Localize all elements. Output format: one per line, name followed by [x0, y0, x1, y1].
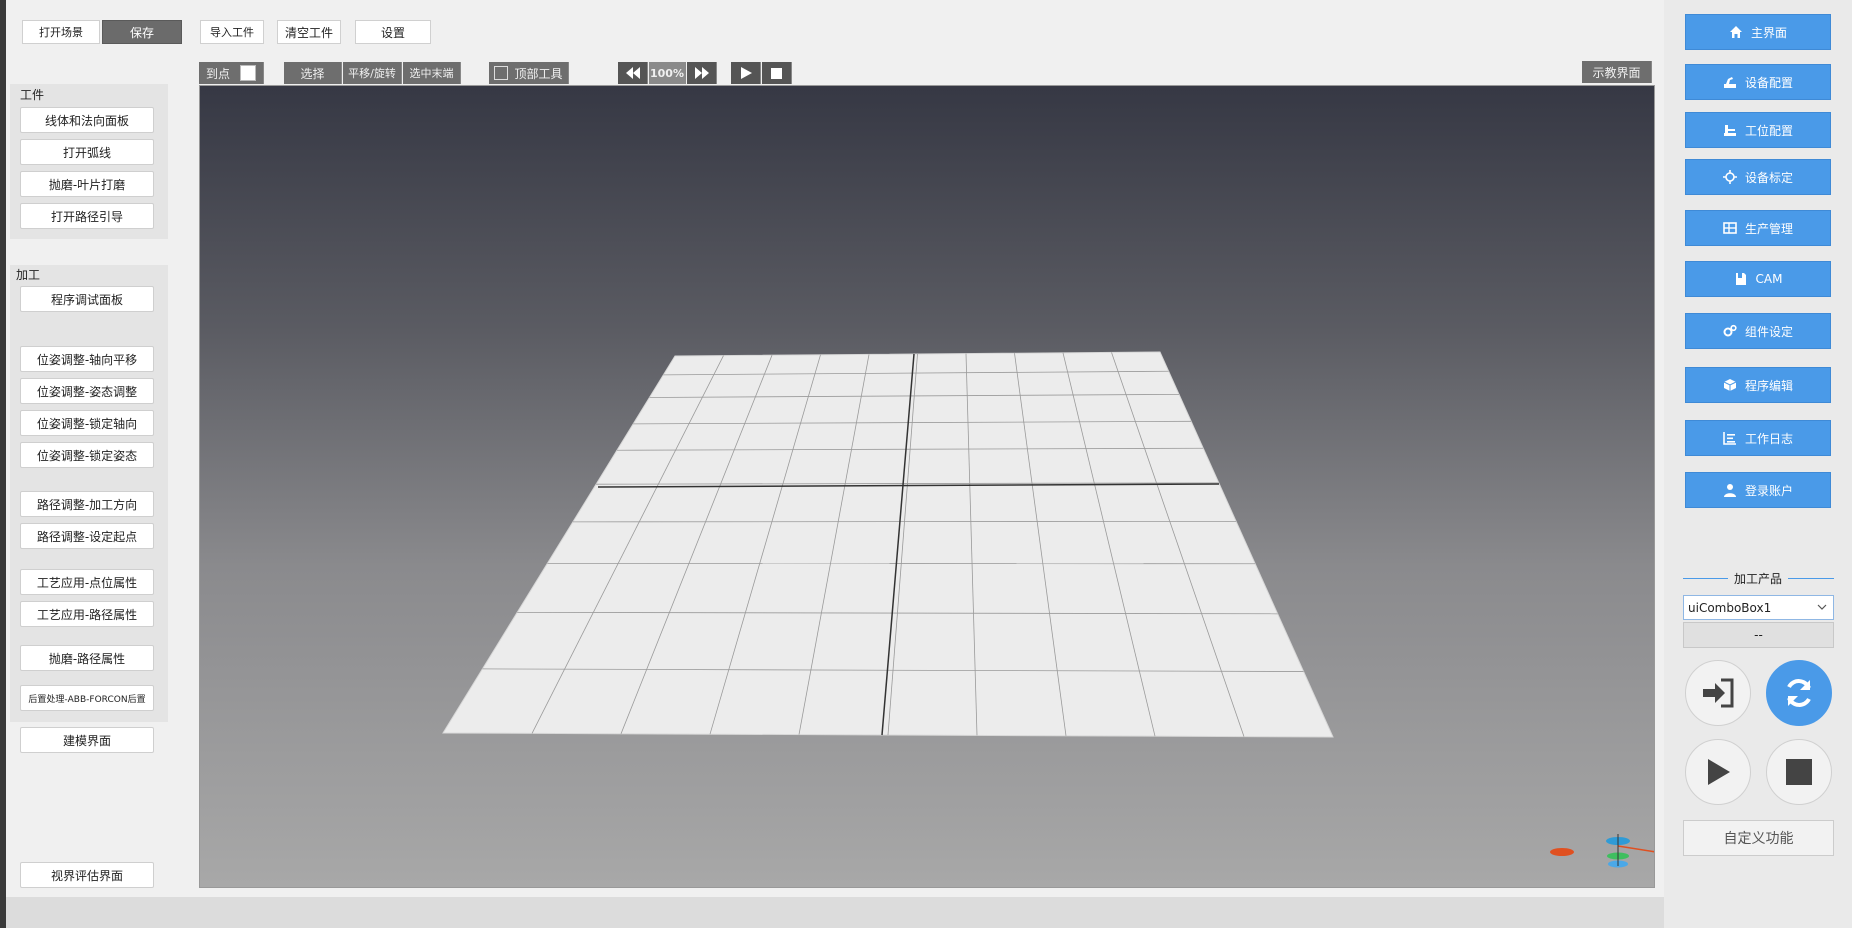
to-point-toggle[interactable]: 到点: [199, 62, 264, 84]
pose-lock-axis-button[interactable]: 位姿调整-锁定轴向: [20, 410, 154, 436]
cube-icon: [1723, 379, 1737, 391]
play-icon: [1708, 759, 1730, 785]
nav-calibration-button[interactable]: 设备标定: [1685, 159, 1831, 195]
nav-production-button[interactable]: 生产管理: [1685, 210, 1831, 246]
log-icon: [1723, 432, 1736, 445]
viewport-stop-button[interactable]: [762, 62, 792, 84]
window-edge: [0, 0, 6, 928]
axis-marker: [1550, 848, 1574, 856]
select-button[interactable]: 选择: [284, 62, 342, 84]
path-guide-button[interactable]: 打开路径引导: [20, 203, 154, 229]
path-machining-direction-button[interactable]: 路径调整-加工方向: [20, 491, 154, 517]
viewport-play-button[interactable]: [731, 62, 761, 84]
view-assess-button[interactable]: 视界评估界面: [20, 862, 154, 888]
open-arc-button[interactable]: 打开弧线: [20, 139, 154, 165]
top-tool-checkbox[interactable]: [494, 66, 509, 80]
3d-viewport[interactable]: [199, 85, 1655, 888]
stop-icon: [1786, 759, 1812, 785]
axis-triad-icon: [1606, 834, 1654, 868]
product-info-field: --: [1683, 622, 1834, 648]
top-tool-label: 顶部工具: [514, 66, 563, 81]
user-icon: [1723, 484, 1736, 497]
refresh-icon: [1787, 679, 1811, 707]
table-icon: [1723, 222, 1737, 234]
path-set-start-button[interactable]: 路径调整-设定起点: [20, 523, 154, 549]
product-combobox-value: uiComboBox1: [1688, 600, 1772, 615]
open-scene-button[interactable]: 打开场景: [22, 20, 100, 44]
nav-login-button[interactable]: 登录账户: [1685, 472, 1831, 508]
nav-production-label: 生产管理: [1744, 221, 1793, 236]
blade-polish-button[interactable]: 抛磨-叶片打磨: [20, 171, 154, 197]
custom-function-button[interactable]: 自定义功能: [1683, 820, 1834, 856]
nav-calibration-label: 设备标定: [1744, 170, 1793, 185]
stop-icon: [771, 67, 782, 79]
nav-home-label: 主界面: [1750, 25, 1787, 40]
nav-device-config-button[interactable]: 设备配置: [1685, 64, 1831, 100]
fast-forward-icon: [694, 67, 709, 79]
run-button[interactable]: [1685, 739, 1751, 805]
product-title: 加工产品: [1728, 570, 1789, 587]
home-icon: [1729, 26, 1742, 38]
refresh-button[interactable]: [1766, 660, 1832, 726]
translate-rotate-button[interactable]: 平移/旋转: [343, 62, 402, 84]
process-point-attr-button[interactable]: 工艺应用-点位属性: [20, 569, 154, 595]
nav-work-log-button[interactable]: 工作日志: [1685, 420, 1831, 456]
play-icon: [740, 67, 752, 79]
nav-work-log-label: 工作日志: [1744, 431, 1793, 446]
top-tool-toggle[interactable]: 顶部工具: [489, 62, 569, 84]
nav-home-button[interactable]: 主界面: [1685, 14, 1831, 50]
import-workpiece-button[interactable]: 导入工件: [200, 20, 264, 44]
nav-login-label: 登录账户: [1744, 483, 1793, 498]
settings-button[interactable]: 设置: [355, 20, 431, 44]
nav-cam-label: CAM: [1755, 272, 1783, 286]
pose-axial-translate-button[interactable]: 位姿调整-轴向平移: [20, 346, 154, 372]
clear-workpiece-button[interactable]: 清空工件: [277, 20, 341, 44]
pose-lock-attitude-button[interactable]: 位姿调整-锁定姿态: [20, 442, 154, 468]
teach-view-button[interactable]: 示教界面: [1582, 61, 1652, 83]
nav-station-config-label: 工位配置: [1744, 123, 1793, 138]
ground-grid: [442, 351, 1654, 868]
post-process-abb-button[interactable]: 后置处理-ABB-FORCON后置: [20, 685, 154, 711]
nav-components-button[interactable]: 组件设定: [1685, 313, 1831, 349]
sign-in-icon: [1703, 678, 1734, 708]
nav-program-edit-label: 程序编辑: [1744, 378, 1793, 393]
app-window: 打开场景 保存 导入工件 清空工件 设置 工件 线体和法向面板 打开弧线 抛磨-…: [0, 0, 1852, 928]
modeling-view-button[interactable]: 建模界面: [20, 727, 154, 753]
save-button[interactable]: 保存: [102, 20, 182, 44]
polish-path-attr-button[interactable]: 抛磨-路径属性: [20, 645, 154, 671]
calibration-icon: [1722, 170, 1737, 184]
to-point-label: 到点: [205, 66, 230, 81]
nav-device-config-label: 设备配置: [1744, 75, 1793, 90]
nav-components-label: 组件设定: [1744, 324, 1793, 339]
workpiece-panel-title: 工件: [20, 88, 45, 102]
chevron-down-icon: [1817, 604, 1827, 610]
process-path-attr-button[interactable]: 工艺应用-路径属性: [20, 601, 154, 627]
stop-button[interactable]: [1766, 739, 1832, 805]
gears-icon: [1723, 324, 1737, 337]
nav-program-edit-button[interactable]: 程序编辑: [1685, 367, 1831, 403]
to-point-checkbox[interactable]: [240, 65, 256, 81]
status-bar: [6, 897, 1664, 928]
ground-plane: [442, 351, 1334, 738]
rewind-icon: [625, 67, 640, 79]
cam-icon: [1735, 273, 1746, 285]
rewind-button[interactable]: [618, 62, 648, 84]
program-debug-button[interactable]: 程序调试面板: [20, 286, 154, 312]
process-panel-title: 加工: [16, 268, 41, 282]
product-combobox[interactable]: uiComboBox1: [1683, 595, 1834, 620]
import-login-button[interactable]: [1685, 660, 1751, 726]
line-normal-panel-button[interactable]: 线体和法向面板: [20, 107, 154, 133]
pose-attitude-adjust-button[interactable]: 位姿调整-姿态调整: [20, 378, 154, 404]
station-config-icon: [1723, 125, 1736, 136]
device-config-icon: [1723, 77, 1736, 88]
zoom-level: 100%: [649, 62, 686, 84]
select-end-button[interactable]: 选中末端: [403, 62, 461, 84]
nav-station-config-button[interactable]: 工位配置: [1685, 112, 1831, 148]
fast-forward-button[interactable]: [687, 62, 717, 84]
nav-cam-button[interactable]: CAM: [1685, 261, 1831, 297]
